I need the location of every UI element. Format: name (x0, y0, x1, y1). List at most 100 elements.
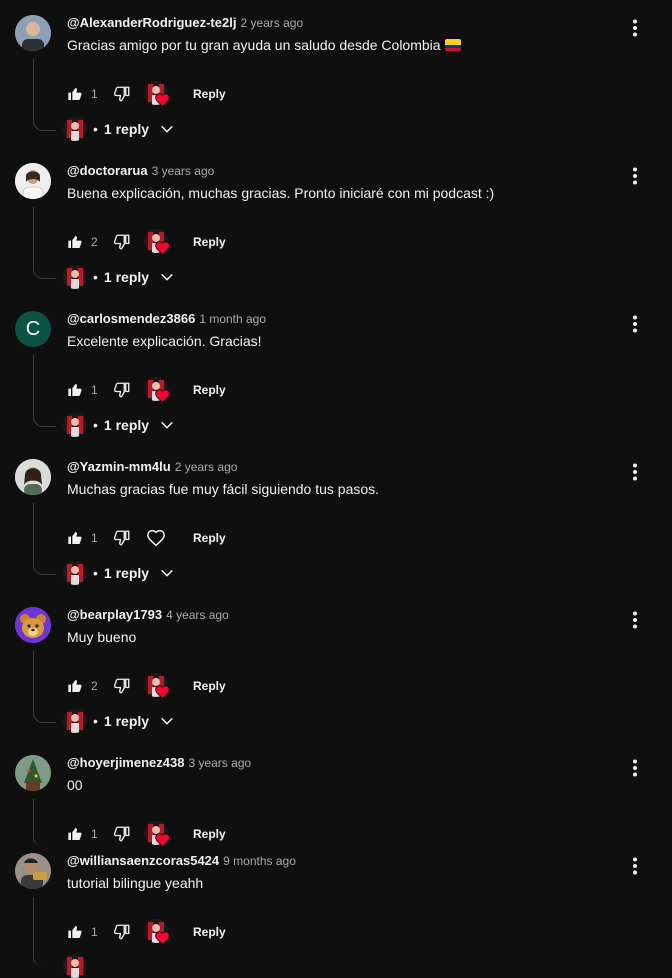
heart-button[interactable] (145, 525, 167, 551)
comment-text: Gracias amigo por tu gran ayuda un salud… (67, 37, 461, 53)
creator-heart[interactable] (143, 821, 171, 847)
view-replies-button[interactable]: • 1 reply (63, 708, 263, 734)
more-vert-icon (633, 857, 637, 875)
comment-actions: 2 Reply (67, 229, 467, 255)
author-name[interactable]: @hoyerjimenez438 (67, 755, 184, 770)
comment-header: @williansaenzcoras5424 9 months ago (67, 853, 296, 871)
author-name[interactable]: @williansaenzcoras5424 (67, 853, 219, 868)
dislike-button[interactable] (113, 821, 131, 847)
author-name[interactable]: @bearplay1793 (67, 607, 162, 622)
more-options-button[interactable] (624, 459, 646, 485)
view-replies-button[interactable]: • 1 reply (63, 264, 263, 290)
thumbs-down-icon (113, 382, 130, 398)
author-name[interactable]: @doctorarua (67, 163, 148, 178)
comment-time[interactable]: 2 years ago (175, 460, 238, 474)
replies-count: 1 reply (103, 269, 150, 285)
like-count: 2 (91, 235, 98, 249)
reply-button[interactable]: Reply (193, 525, 226, 551)
more-options-button[interactable] (624, 311, 646, 337)
reply-button[interactable]: Reply (193, 821, 226, 847)
reply-button[interactable]: Reply (193, 229, 226, 255)
more-vert-icon (633, 611, 637, 629)
dislike-button[interactable] (113, 673, 131, 699)
creator-avatar (63, 709, 87, 733)
comment-time[interactable]: 1 month ago (199, 312, 266, 326)
dislike-button[interactable] (113, 229, 131, 255)
creator-avatar (63, 265, 87, 289)
more-vert-icon (633, 759, 637, 777)
comment-time[interactable]: 2 years ago (240, 16, 303, 30)
like-button[interactable] (67, 673, 83, 699)
avatar-letter: C (25, 317, 41, 340)
comment-time[interactable]: 3 years ago (188, 756, 251, 770)
avatar[interactable] (15, 607, 51, 643)
dislike-button[interactable] (113, 525, 131, 551)
thread-line (33, 59, 56, 131)
creator-heart[interactable] (143, 377, 171, 403)
replies-count: 1 reply (103, 121, 150, 137)
avatar[interactable] (15, 853, 51, 889)
thumbs-up-icon (68, 680, 82, 692)
author-name[interactable]: @Yazmin-mm4lu (67, 459, 171, 474)
like-count: 2 (91, 679, 98, 693)
view-replies-button[interactable]: • 1 reply (63, 412, 263, 438)
like-button[interactable] (67, 525, 83, 551)
reply-button[interactable]: Reply (193, 919, 226, 945)
author-name[interactable]: @AlexanderRodriguez-te2lj (67, 15, 236, 30)
author-name[interactable]: @carlosmendez3866 (67, 311, 195, 326)
comment-text: Excelente explicación. Gracias! (67, 333, 262, 349)
thumbs-up-icon (68, 828, 82, 840)
avatar[interactable] (15, 15, 51, 51)
like-button[interactable] (67, 229, 83, 255)
thread-line (33, 897, 56, 967)
creator-heart[interactable] (143, 229, 171, 255)
avatar[interactable] (15, 755, 51, 791)
comment-time[interactable]: 9 months ago (223, 854, 296, 868)
comment-actions: 1 Reply (67, 81, 467, 107)
like-count: 1 (91, 925, 98, 939)
separator-dot: • (93, 565, 98, 581)
thumbs-up-icon (68, 384, 82, 396)
comment-header: @bearplay1793 4 years ago (67, 607, 229, 625)
more-options-button[interactable] (624, 163, 646, 189)
view-replies-button[interactable]: • 1 reply (63, 116, 263, 142)
separator-dot: • (93, 417, 98, 433)
replies-count: 1 reply (103, 417, 150, 433)
comment-time[interactable]: 3 years ago (152, 164, 215, 178)
like-count: 1 (91, 383, 98, 397)
more-options-button[interactable] (624, 607, 646, 633)
dislike-button[interactable] (113, 377, 131, 403)
reply-button[interactable]: Reply (193, 377, 226, 403)
creator-heart[interactable] (143, 673, 171, 699)
view-replies-button[interactable]: • 1 reply (63, 560, 263, 586)
like-button[interactable] (67, 821, 83, 847)
creator-heart[interactable] (143, 919, 171, 945)
creator-heart[interactable] (143, 81, 171, 107)
more-options-button[interactable] (624, 755, 646, 781)
dislike-button[interactable] (113, 919, 131, 945)
chevron-down-icon (159, 713, 175, 729)
more-options-button[interactable] (624, 853, 646, 879)
comment-actions: 1 Reply (67, 919, 467, 945)
reply-button[interactable]: Reply (193, 673, 226, 699)
heart-icon (155, 241, 170, 255)
like-button[interactable] (67, 81, 83, 107)
comment-time[interactable]: 4 years ago (166, 608, 229, 622)
thread-line (33, 355, 56, 427)
dislike-button[interactable] (113, 81, 131, 107)
comment-text: Buena explicación, muchas gracias. Pront… (67, 185, 495, 201)
like-count: 1 (91, 87, 98, 101)
like-button[interactable] (67, 919, 83, 945)
colombia-flag-icon (444, 39, 461, 51)
reply-button[interactable]: Reply (193, 81, 226, 107)
comment-text: tutorial bilingue yeahh (67, 875, 204, 891)
like-button[interactable] (67, 377, 83, 403)
heart-icon (155, 931, 170, 945)
avatar[interactable] (15, 163, 51, 199)
avatar[interactable]: C (15, 311, 51, 347)
thumbs-up-icon (68, 532, 82, 544)
creator-avatar (63, 954, 87, 978)
avatar[interactable] (15, 459, 51, 495)
like-count: 1 (91, 531, 98, 545)
more-options-button[interactable] (624, 15, 646, 41)
